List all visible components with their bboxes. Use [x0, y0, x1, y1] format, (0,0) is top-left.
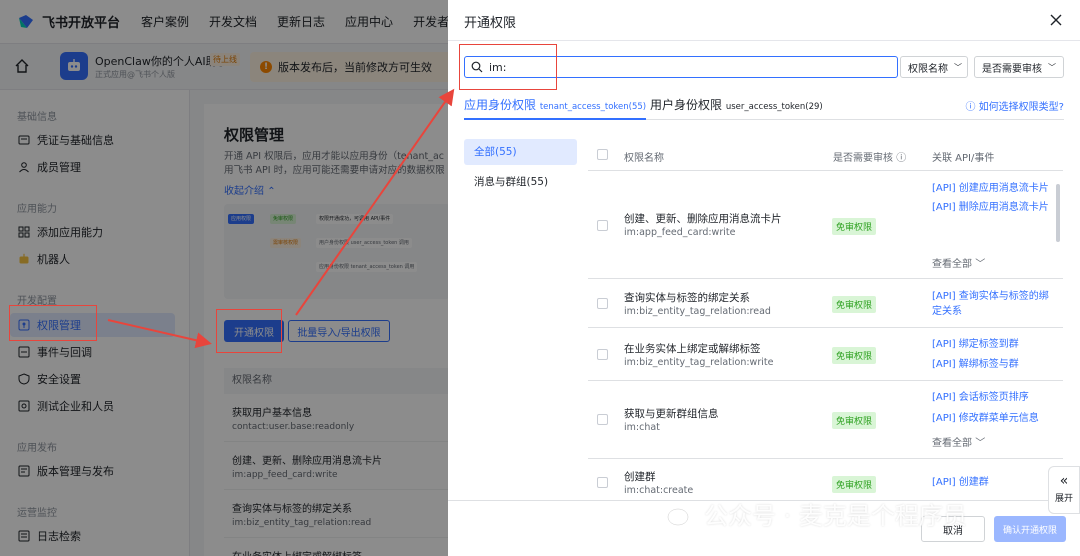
chevron-down-icon: ﹀ [1048, 62, 1056, 72]
permission-name: 创建、更新、删除应用消息流卡片 [624, 213, 782, 225]
search-field-select[interactable]: 权限名称 ﹀ [900, 56, 968, 78]
api-link[interactable]: [API] 解绑标签与群 [932, 357, 1050, 372]
row-checkbox[interactable] [597, 220, 608, 231]
audit-badge: 免审权限 [832, 218, 877, 235]
select-all-checkbox[interactable] [597, 149, 608, 160]
help-circle-icon: ⓘ [896, 153, 907, 164]
table-row[interactable]: 在业务实体上绑定或解绑标签 im:biz_entity_tag_relation… [588, 328, 1063, 381]
permission-code: im:biz_entity_tag_relation:read [624, 306, 771, 317]
table-row[interactable]: 查询实体与标签的绑定关系 im:biz_entity_tag_relation:… [588, 279, 1063, 328]
drawer-divider [448, 40, 1080, 41]
permission-code: im:biz_entity_tag_relation:write [624, 357, 774, 368]
audit-badge: 免审权限 [832, 476, 877, 493]
audit-badge: 免审权限 [832, 296, 877, 313]
table-scrollbar[interactable] [1056, 184, 1060, 242]
row-checkbox[interactable] [597, 414, 608, 425]
permission-name: 获取与更新群组信息 [624, 408, 719, 420]
table-row[interactable]: 获取与更新群组信息 im:chat 免审权限 [API] 会话标签页排序 [AP… [588, 381, 1063, 459]
api-list: [API] 创建应用消息流卡片 [API] 删除应用消息流卡片 [932, 181, 1050, 215]
audit-badge: 免审权限 [832, 412, 877, 429]
annotation-box-search [459, 44, 557, 90]
permission-name: 查询实体与标签的绑定关系 [624, 292, 750, 304]
expand-panel-button[interactable]: « 展开 [1048, 466, 1080, 514]
api-link[interactable]: [API] 修改群菜单元信息 [932, 411, 1050, 426]
annotation-box-sidebar [9, 305, 97, 341]
category-messaging[interactable]: 消息与群组(55) [464, 169, 577, 195]
permission-type-tabs: 应用身份权限 tenant_access_token(55) 用户身份权限 us… [464, 96, 1064, 120]
api-list: [API] 绑定标签到群 [API] 解绑标签与群 [932, 337, 1050, 372]
row-checkbox[interactable] [597, 298, 608, 309]
permission-table-header: 权限名称 是否需要审核 ⓘ 关联 API/事件 [588, 139, 1063, 171]
permission-name: 创建群 [624, 471, 656, 483]
column-name: 权限名称 [624, 153, 664, 164]
row-checkbox[interactable] [597, 349, 608, 360]
permission-table: 权限名称 是否需要审核 ⓘ 关联 API/事件 创建、更新、删除应用消息流卡片 … [588, 139, 1063, 501]
api-link[interactable]: [API] 绑定标签到群 [932, 337, 1050, 352]
drawer-title: 开通权限 [464, 16, 517, 31]
chevron-down-icon: ﹀ [975, 259, 986, 270]
audit-filter-select[interactable]: 是否需要审核 ﹀ [974, 56, 1064, 78]
row-checkbox[interactable] [597, 477, 608, 488]
double-chevron-left-icon: « [1059, 473, 1069, 489]
permission-type-help-link[interactable]: ⓘ 如何选择权限类型? [966, 98, 1065, 113]
view-all-link[interactable]: 查看全部 ﹀ [932, 255, 985, 270]
permission-name: 在业务实体上绑定或解绑标签 [624, 343, 761, 355]
wechat-icon [658, 502, 689, 525]
close-icon[interactable] [1046, 10, 1066, 30]
api-link[interactable]: [API] 创建群 [932, 475, 1050, 490]
permission-code: im:app_feed_card:write [624, 227, 736, 238]
tab-user-permissions[interactable]: 用户身份权限 user_access_token(29) [650, 96, 823, 120]
view-all-link[interactable]: 查看全部 ﹀ [932, 434, 985, 449]
api-link[interactable]: [API] 会话标签页排序 [932, 390, 1050, 405]
column-audit: 是否需要审核 ⓘ [833, 153, 907, 164]
chevron-down-icon: ﹀ [954, 62, 962, 72]
category-all[interactable]: 全部(55) [464, 139, 577, 165]
table-row[interactable]: 创建群 im:chat:create 免审权限 [API] 创建群 [588, 459, 1063, 501]
api-link[interactable]: [API] 创建应用消息流卡片 [932, 181, 1050, 196]
watermark: 公众号 · 麦克是个程序员 [656, 496, 967, 531]
audit-badge: 免审权限 [832, 347, 877, 364]
annotation-box-open-button [216, 309, 282, 353]
confirm-open-button[interactable]: 确认开通权限 [994, 516, 1066, 542]
table-row[interactable]: 创建、更新、删除应用消息流卡片 im:app_feed_card:write 免… [588, 171, 1063, 279]
permission-code: im:chat:create [624, 485, 694, 496]
permission-code: im:chat [624, 422, 660, 433]
api-link[interactable]: [API] 查询实体与标签的绑定关系 [932, 289, 1050, 319]
category-list: 全部(55) 消息与群组(55) [464, 139, 577, 199]
column-api: 关联 API/事件 [932, 153, 995, 164]
question-icon: ⓘ [965, 102, 976, 113]
chevron-down-icon: ﹀ [975, 438, 986, 449]
api-list: [API] 会话标签页排序 [API] 修改群菜单元信息 [932, 390, 1050, 426]
api-link[interactable]: [API] 删除应用消息流卡片 [932, 200, 1050, 215]
tab-tenant-permissions[interactable]: 应用身份权限 tenant_access_token(55) [464, 96, 647, 120]
